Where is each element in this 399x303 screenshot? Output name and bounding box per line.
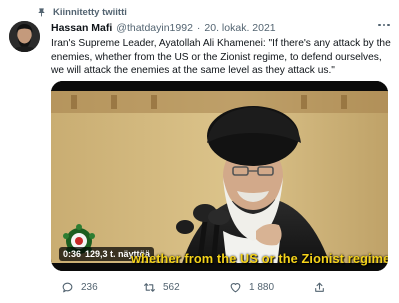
retweet-count: 562 [163, 281, 180, 293]
share-button[interactable] [313, 278, 326, 296]
author-handle[interactable]: @thatdayin1992 [116, 22, 193, 34]
author-name[interactable]: Hassan Mafi [51, 22, 112, 34]
retweet-icon [144, 282, 155, 292]
more-icon[interactable] [375, 18, 393, 32]
like-count: 1 880 [249, 281, 275, 293]
tweet-text: Iran's Supreme Leader, Ayatollah Ali Kha… [51, 38, 391, 76]
pinned-label: Kiinnitetty twiitti [53, 6, 127, 18]
avatar-image [9, 21, 40, 52]
reply-icon [62, 282, 73, 292]
reply-count: 236 [81, 281, 98, 293]
retweet-button[interactable]: 562 [143, 278, 180, 296]
video-frame [51, 81, 388, 271]
reply-button[interactable]: 236 [61, 278, 98, 296]
header-separator: · [196, 22, 201, 34]
video-player[interactable]: 0:36 129,3 t. näyttöä whether from the U… [51, 81, 388, 271]
tweet-date[interactable]: 20. lokak. 2021 [204, 22, 275, 34]
like-icon [230, 282, 241, 292]
avatar[interactable] [9, 21, 40, 52]
video-subtitle: whether from the US or the Zionist regim… [131, 251, 388, 266]
pin-icon [38, 7, 45, 17]
pinned-label-row: Kiinnitetty twiitti [36, 5, 127, 19]
share-icon [315, 282, 324, 292]
tweet-header: Hassan Mafi @thatdayin1992 · 20. lokak. … [51, 20, 391, 36]
like-button[interactable]: 1 880 [229, 278, 274, 296]
tweet-actions: 236 562 1 880 [51, 278, 391, 296]
video-time: 0:36 [63, 249, 82, 259]
